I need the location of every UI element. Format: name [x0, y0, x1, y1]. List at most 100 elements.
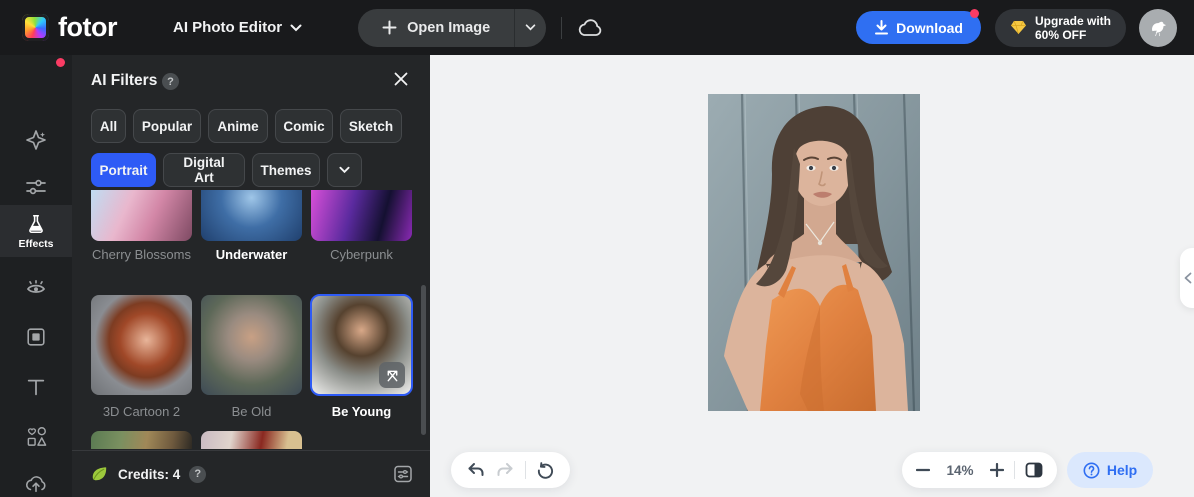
open-image-label: Open Image [407, 19, 491, 36]
question-circle-icon [1083, 462, 1100, 478]
category-chip-digital-art[interactable]: Digital Art [163, 153, 245, 187]
frame-icon [27, 328, 45, 346]
sidebar-item-upload[interactable] [0, 463, 72, 497]
upgrade-label: Upgrade with 60% OFF [1034, 13, 1111, 42]
variation-badge[interactable] [379, 362, 405, 388]
fotor-wordmark: fotor [58, 12, 117, 42]
filter-thumb-partial-1[interactable] [91, 431, 192, 449]
panel-sliders-icon [394, 465, 412, 483]
ai-magic-icon [26, 130, 46, 150]
chevron-down-icon [339, 166, 350, 174]
panel-close-button[interactable] [393, 71, 409, 87]
filter-thumb-be-old[interactable] [201, 295, 302, 395]
tool-switcher[interactable]: AI Photo Editor [173, 19, 302, 36]
credits-leaf-icon [92, 466, 107, 480]
sidebar: Effects [0, 55, 72, 497]
cloud-sync-button[interactable] [577, 18, 604, 38]
credits-label: Credits: 4 [118, 466, 181, 482]
notification-dot [969, 9, 979, 18]
text-icon [27, 379, 45, 396]
filter-thumb-cyberpunk[interactable] [311, 190, 412, 241]
filter-label[interactable]: Cyberpunk [311, 246, 412, 263]
gem-icon [1010, 20, 1026, 35]
shuffle-icon [387, 370, 397, 381]
toolbar-divider [1014, 461, 1015, 479]
open-image-button[interactable]: Open Image [358, 8, 515, 47]
zoom-level[interactable]: 14% [940, 463, 980, 478]
download-label: Download [896, 19, 963, 36]
upgrade-button[interactable]: Upgrade with 60% OFF [994, 8, 1126, 47]
sidebar-item-frames[interactable] [0, 317, 72, 357]
undo-button[interactable] [467, 462, 485, 478]
filter-thumb-underwater[interactable] [201, 190, 302, 241]
zoom-out-button[interactable] [916, 468, 930, 472]
filter-thumb-partial-2[interactable] [201, 431, 302, 449]
tool-name: AI Photo Editor [172, 19, 283, 36]
avatar[interactable] [1139, 8, 1177, 47]
filter-label[interactable]: Be Young [311, 403, 412, 420]
fotor-logo[interactable]: fotor [22, 12, 117, 43]
filter-settings-button[interactable] [393, 464, 413, 484]
credits-help-icon[interactable]: ? [189, 465, 207, 483]
topbar: fotor AI Photo Editor Open Image Downloa… [0, 0, 1194, 55]
more-categories-button[interactable] [327, 153, 362, 187]
reset-icon [538, 461, 554, 479]
compare-split-icon [1025, 462, 1043, 478]
category-chip-portrait[interactable]: Portrait [91, 153, 156, 187]
sidebar-item-elements[interactable] [0, 416, 72, 456]
filter-label[interactable]: Cherry Blossoms [91, 246, 192, 263]
sidebar-item-beauty[interactable] [0, 267, 72, 307]
chevron-down-icon [290, 24, 302, 31]
zoom-toolbar: 14% [902, 452, 1057, 488]
filter-label[interactable]: Underwater [201, 246, 302, 263]
category-chip-comic[interactable]: Comic [275, 109, 333, 143]
help-label: Help [1106, 462, 1138, 478]
sidebar-notification-dot [56, 58, 65, 67]
sidebar-item-ai-tools[interactable] [0, 121, 72, 161]
redo-icon [497, 463, 513, 476]
filter-thumb-be-young[interactable] [310, 294, 413, 396]
portrait-photo [708, 93, 920, 412]
panel-scrollbar[interactable] [421, 285, 426, 435]
plus-icon [382, 20, 397, 35]
category-chip-sketch[interactable]: Sketch [340, 109, 402, 143]
filter-label[interactable]: Be Old [201, 403, 302, 420]
category-chip-all[interactable]: All [91, 109, 126, 143]
bird-avatar-icon [1151, 21, 1166, 37]
filter-label[interactable]: 3D Cartoon 2 [91, 403, 192, 420]
zoom-in-button[interactable] [990, 463, 1004, 477]
category-chip-anime[interactable]: Anime [208, 109, 268, 143]
undo-icon [468, 463, 484, 476]
redo-button[interactable] [496, 462, 514, 478]
category-chip-popular[interactable]: Popular [133, 109, 201, 143]
panel-help-icon[interactable]: ? [162, 73, 179, 90]
sidebar-item-text[interactable] [0, 367, 72, 407]
history-toolbar [451, 452, 570, 488]
close-icon [394, 72, 408, 86]
open-image-group: Open Image [358, 8, 547, 47]
filter-thumb-cherry-blossoms[interactable] [91, 190, 192, 241]
filter-thumb-3d-cartoon-2[interactable] [91, 295, 192, 395]
category-chip-themes[interactable]: Themes [252, 153, 320, 187]
open-image-dropdown-button[interactable] [514, 8, 547, 47]
credits-bar: Credits: 4 ? [72, 450, 430, 497]
beauty-eye-icon [27, 280, 45, 293]
chevron-down-icon [525, 24, 536, 31]
canvas-photo[interactable] [708, 93, 920, 412]
help-button[interactable]: Help [1067, 452, 1153, 488]
sidebar-item-adjust[interactable] [0, 167, 72, 207]
reset-button[interactable] [537, 461, 554, 479]
plus-icon [990, 463, 1004, 477]
compare-button[interactable] [1025, 462, 1043, 478]
chevron-left-icon [1184, 272, 1192, 284]
right-panel-collapse-handle[interactable] [1180, 248, 1194, 308]
download-icon [875, 19, 889, 34]
sidebar-item-label: Effects [18, 237, 54, 250]
elements-shapes-icon [27, 426, 46, 446]
toolbar-divider [525, 461, 527, 479]
topbar-right: Download Upgrade with 60% OFF [856, 8, 1194, 47]
minus-icon [916, 468, 930, 472]
download-button[interactable]: Download [856, 9, 981, 44]
upload-cloud-icon [25, 476, 46, 493]
sidebar-item-effects[interactable]: Effects [0, 205, 72, 257]
